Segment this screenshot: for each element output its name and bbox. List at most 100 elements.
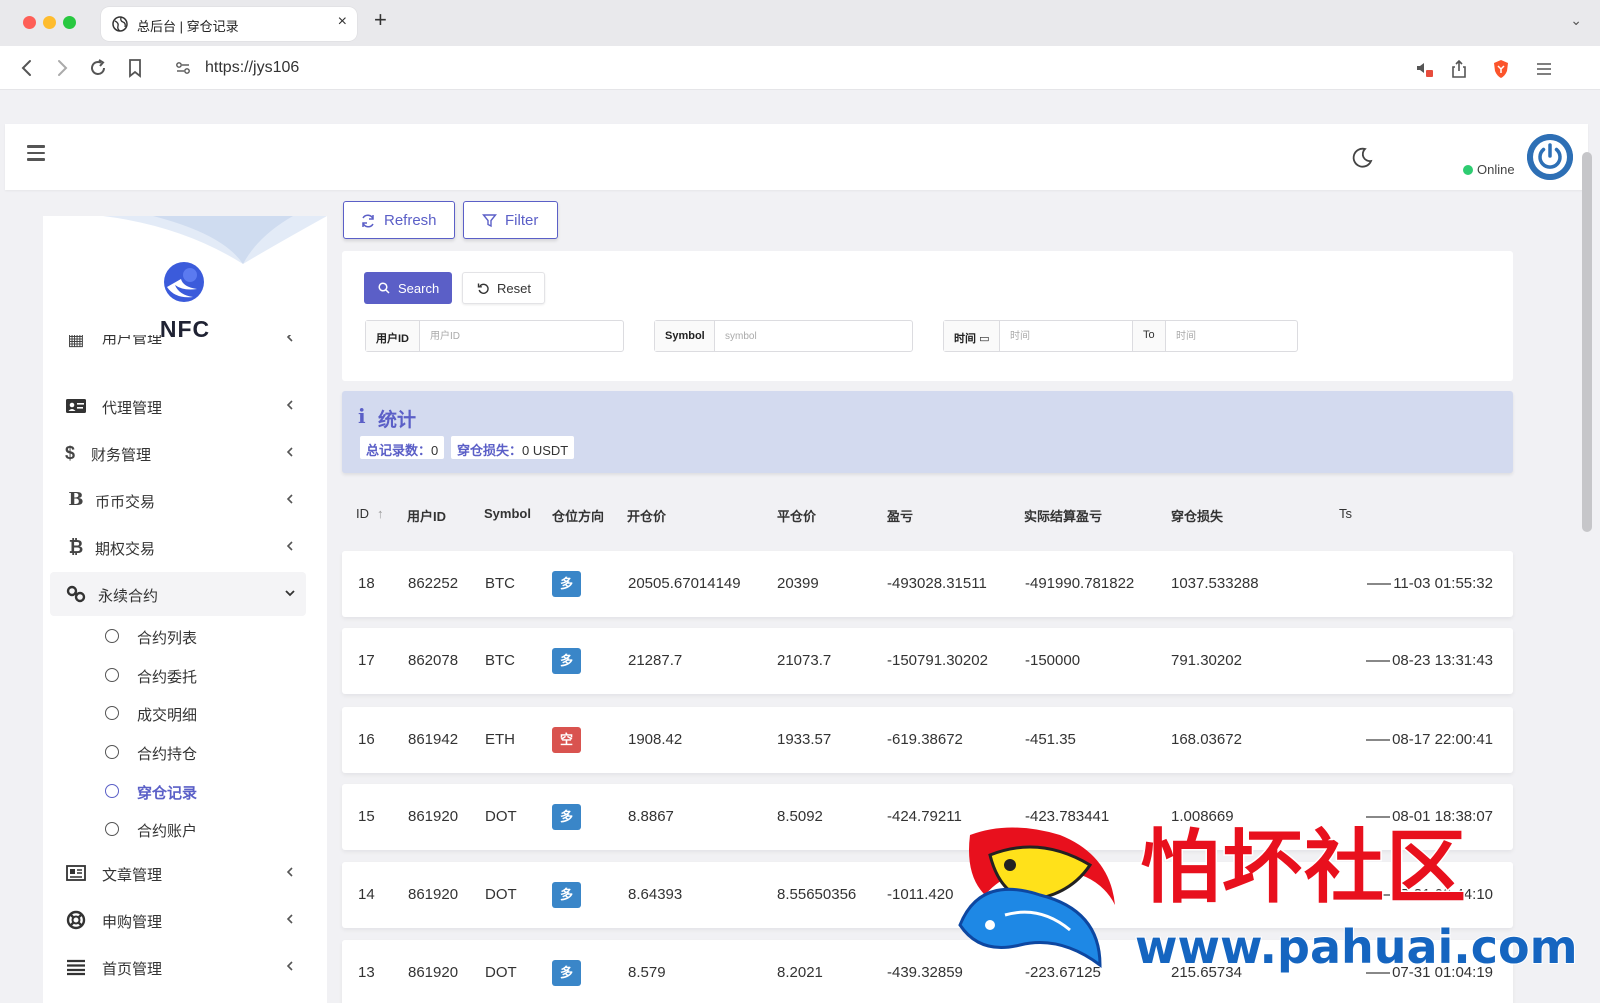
cell-symbol: DOT	[485, 886, 517, 903]
cell-id: 16	[358, 731, 375, 748]
cell-user-id: 861942	[408, 731, 459, 748]
forward-icon[interactable]	[49, 55, 75, 81]
cell-loss: 1037.533288	[1171, 575, 1259, 592]
cell-close: 8.5092	[777, 808, 823, 825]
sort-arrow-icon[interactable]: ↑	[377, 506, 384, 521]
column-header-ts[interactable]: Ts	[1339, 506, 1352, 521]
reset-button[interactable]: Reset	[462, 272, 545, 304]
cell-loss: 791.30202	[1171, 652, 1242, 669]
cell-close: 21073.7	[777, 652, 832, 669]
filter-icon	[482, 214, 497, 228]
muted-speaker-icon[interactable]	[1413, 58, 1435, 80]
site-settings-icon[interactable]	[174, 59, 192, 77]
filter-button[interactable]: Filter	[463, 201, 558, 239]
sidebar-item-users[interactable]: ▦ 用户管理	[50, 335, 306, 369]
sidebar-item-homepage[interactable]: 首页管理	[50, 945, 306, 989]
online-status: Online	[1463, 162, 1515, 177]
close-icon[interactable]: ×	[338, 13, 347, 31]
symbol-filter-group: Symbol	[654, 320, 913, 352]
time-filter-group: 时间 ▭ To	[943, 320, 1298, 352]
column-header-symbol[interactable]: Symbol	[484, 506, 531, 521]
search-button[interactable]: Search	[364, 272, 452, 304]
column-header-settled-pnl[interactable]: 实际结算盈亏	[1024, 506, 1102, 525]
table-row[interactable]: 18 862252 BTC 20505.67014149 20399 -493028.31…	[342, 551, 1513, 617]
circle-icon	[105, 706, 119, 720]
column-header-pnl[interactable]: 盈亏	[887, 506, 913, 525]
sidebar-subitem-contract-accounts[interactable]: 合约账户	[105, 811, 305, 847]
window-zoom-button[interactable]	[63, 16, 76, 29]
window-minimize-button[interactable]	[43, 16, 56, 29]
table-row[interactable]: 17 862078 BTC 21287.7 21073.7 -150791.30202 -1…	[342, 628, 1513, 694]
cell-symbol: ETH	[485, 731, 515, 748]
life-ring-icon	[66, 910, 86, 930]
sidebar-item-finance[interactable]: $ 财务管理	[50, 431, 306, 475]
address-bar[interactable]: https://jys106	[162, 52, 1557, 84]
symbol-input[interactable]	[715, 321, 912, 351]
cell-pnl: -150791.30202	[887, 652, 988, 669]
reload-icon[interactable]	[85, 55, 111, 81]
circle-icon	[105, 822, 119, 836]
page-scrollbar[interactable]	[1582, 152, 1592, 532]
moon-icon[interactable]	[1350, 146, 1374, 170]
sidebar-item-articles[interactable]: 文章管理	[50, 851, 306, 895]
chevron-left-icon	[286, 400, 293, 410]
sidebar-subitem-trade-details[interactable]: 成交明细	[105, 695, 305, 731]
column-header-loss[interactable]: 穿仓损失	[1171, 506, 1223, 525]
chevron-left-icon	[286, 541, 293, 551]
cell-settled-pnl: -451.35	[1025, 731, 1076, 748]
sidebar-item-perpetual[interactable]: 永续合约	[50, 572, 306, 616]
share-icon[interactable]	[1448, 58, 1470, 80]
cell-open: 20505.67014149	[628, 575, 741, 592]
ts-redacted	[1366, 739, 1391, 742]
search-icon	[378, 282, 390, 294]
refresh-icon	[362, 214, 374, 228]
circle-icon	[105, 784, 119, 798]
cell-settled-pnl: -150000	[1025, 652, 1081, 669]
time-from-input[interactable]	[1000, 321, 1132, 351]
table-row[interactable]: 16 861942 ETH 1908.42 1933.57 -619.38672 -451.…	[342, 707, 1513, 773]
sidebar-item-subscription[interactable]: 申购管理	[50, 898, 306, 942]
circle-icon	[105, 629, 119, 643]
sidebar-item-options[interactable]: ₿ 期权交易	[50, 525, 306, 569]
column-header-user-id[interactable]: 用户ID	[407, 506, 446, 525]
time-to-input[interactable]	[1166, 321, 1297, 351]
user-id-filter-group: 用户ID	[365, 320, 624, 352]
stats-panel: i 统计 总记录数：0 穿仓损失：0 USDT	[342, 391, 1513, 473]
stats-title: 统计	[378, 410, 417, 431]
bookmark-icon[interactable]	[122, 55, 148, 81]
table-header: ID ↑ 用户ID Symbol 仓位方向 开仓价 平仓价 盈亏 实际结算盈亏 穿…	[342, 506, 1513, 530]
link-icon	[66, 585, 86, 603]
refresh-button[interactable]: Refresh	[343, 201, 455, 239]
column-header-id[interactable]: ID ↑	[356, 506, 384, 521]
avatar[interactable]	[1527, 134, 1573, 180]
cell-open: 8.579	[628, 964, 666, 981]
cell-id: 15	[358, 808, 375, 825]
chevron-down-icon	[285, 590, 295, 597]
brave-shield-icon[interactable]	[1490, 58, 1512, 80]
column-header-direction[interactable]: 仓位方向	[552, 506, 604, 525]
user-id-input[interactable]	[420, 321, 623, 351]
chevron-down-icon[interactable]: ⌄	[1570, 12, 1582, 29]
sidebar-subitem-liquidation-records[interactable]: 穿仓记录	[105, 773, 305, 809]
back-icon[interactable]	[14, 55, 40, 81]
window-close-button[interactable]	[23, 16, 36, 29]
new-tab-button[interactable]: +	[374, 9, 387, 31]
column-header-open-price[interactable]: 开仓价	[627, 506, 666, 525]
filter-panel: Search Reset 用户ID Symbol 时间 ▭ To	[342, 251, 1513, 381]
menu-icon[interactable]	[1533, 58, 1555, 80]
cell-ts: 11-03 01:55:32	[1367, 575, 1493, 592]
sidebar-toggle-icon[interactable]	[27, 145, 45, 161]
sidebar-subitem-positions[interactable]: 合约持仓	[105, 734, 305, 770]
sidebar: NFC ▦ 用户管理 代理管理 $ 财务管理 B 币币交易 ₿ 期权交易 永续合…	[43, 216, 327, 1003]
chevron-left-icon	[286, 867, 293, 877]
browser-tab-bar: 总后台 | 穿仓记录 × + ⌄	[0, 0, 1600, 46]
sidebar-item-agents[interactable]: 代理管理	[50, 384, 306, 428]
direction-badge: 空	[552, 727, 581, 753]
browser-tab[interactable]: 总后台 | 穿仓记录 ×	[101, 7, 357, 41]
cell-id: 18	[358, 575, 375, 592]
sidebar-subitem-contract-list[interactable]: 合约列表	[105, 618, 305, 654]
cell-user-id: 861920	[408, 886, 459, 903]
sidebar-item-spot[interactable]: B 币币交易	[50, 478, 306, 522]
sidebar-subitem-contract-orders[interactable]: 合约委托	[105, 657, 305, 693]
column-header-close-price[interactable]: 平仓价	[777, 506, 816, 525]
